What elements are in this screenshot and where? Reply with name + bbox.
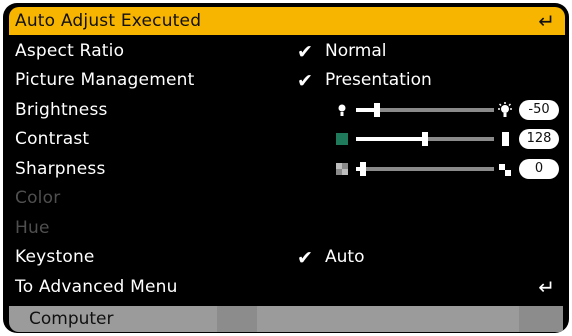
menu-item-picture-management[interactable]: Picture Management ✔ Presentation [9, 66, 565, 94]
small-bulb-icon [338, 104, 346, 116]
slider-thumb[interactable] [359, 162, 366, 176]
checker-square-icon [336, 163, 348, 175]
menu-item-label: Picture Management [15, 70, 195, 90]
menu-item-label: Color [15, 188, 61, 208]
status-segment [217, 306, 257, 332]
menu-item-label: To Advanced Menu [15, 277, 178, 297]
bright-bulb-icon [498, 102, 512, 117]
checkmark-icon: ✔ [297, 41, 313, 63]
input-source-label: Computer [29, 309, 114, 329]
checkmark-icon: ✔ [297, 70, 313, 92]
osd-menu: Auto Adjust Executed ↵ Aspect Ratio ✔ No… [3, 3, 569, 333]
sharpness-slider[interactable] [356, 162, 494, 176]
menu-item-advanced-menu[interactable]: To Advanced Menu ↵ [9, 273, 565, 301]
menu-item-value: Normal [325, 41, 387, 61]
white-bar-icon [502, 132, 509, 146]
menu-item-brightness[interactable]: Brightness -50 [9, 96, 565, 124]
sharp-corner-icon [499, 164, 511, 176]
menu-item-label: Aspect Ratio [15, 41, 125, 61]
menu-item-keystone[interactable]: Keystone ✔ Auto [9, 243, 565, 271]
menu-item-aspect-ratio[interactable]: Aspect Ratio ✔ Normal [9, 37, 565, 65]
green-square-icon [336, 133, 348, 145]
brightness-value: -50 [519, 100, 559, 120]
checkmark-icon: ✔ [297, 247, 313, 269]
contrast-slider[interactable] [356, 132, 494, 146]
contrast-value: 128 [519, 129, 559, 149]
status-bar: Computer [9, 306, 563, 332]
menu-item-label: Auto Adjust Executed [15, 11, 202, 31]
menu-item-label: Keystone [15, 247, 95, 267]
menu-item-auto-adjust[interactable]: Auto Adjust Executed ↵ [9, 7, 565, 35]
slider-thumb[interactable] [422, 132, 428, 146]
enter-arrow-icon: ↵ [538, 275, 555, 299]
menu-item-label: Hue [15, 218, 50, 238]
status-segment [519, 306, 563, 332]
brightness-slider[interactable] [356, 103, 494, 117]
menu-item-sharpness[interactable]: Sharpness 0 [9, 155, 565, 183]
menu-item-color: Color [9, 184, 565, 212]
screen: Auto Adjust Executed ↵ Aspect Ratio ✔ No… [0, 0, 572, 336]
menu-item-label: Sharpness [15, 159, 106, 179]
enter-arrow-icon: ↵ [538, 9, 555, 33]
menu-item-label: Contrast [15, 129, 90, 149]
slider-fill [356, 137, 425, 141]
menu-item-value: Auto [325, 247, 365, 267]
menu-item-contrast[interactable]: Contrast 128 [9, 125, 565, 153]
menu-item-label: Brightness [15, 100, 108, 120]
sharpness-value: 0 [519, 159, 559, 179]
slider-thumb[interactable] [373, 103, 380, 117]
menu-item-value: Presentation [325, 70, 432, 90]
menu-item-hue: Hue [9, 214, 565, 242]
